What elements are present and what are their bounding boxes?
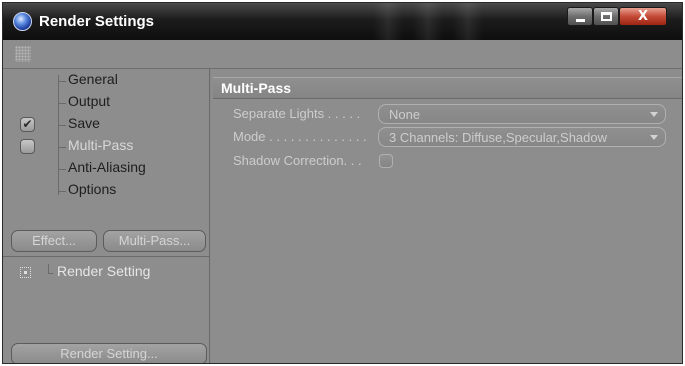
param-mode: Mode . . . . . . . . . . . . . . 3 Chann…	[211, 126, 682, 148]
separate-lights-dropdown[interactable]: None	[378, 104, 666, 124]
tree-item-general[interactable]: General	[3, 70, 210, 92]
tree-item-label: Save	[68, 115, 100, 131]
render-setting-item[interactable]: Render Setting	[3, 261, 210, 283]
dropdown-value: 3 Channels: Diffuse,Specular,Shadow	[389, 130, 608, 145]
tree-branch-line	[58, 81, 66, 82]
settings-tree: General Output ✔ Save Multi-Pass Anti-Al…	[3, 69, 210, 229]
tree-branch-line	[58, 169, 66, 170]
attributes-panel: Multi-Pass Separate Lights . . . . . Non…	[211, 69, 682, 363]
effect-button[interactable]: Effect...	[11, 230, 97, 252]
render-setting-label: Render Setting	[57, 263, 151, 279]
chevron-down-icon	[650, 112, 658, 117]
tree-item-label: Multi-Pass	[68, 137, 134, 153]
expand-icon[interactable]	[20, 267, 31, 278]
titlebar-glare	[413, 3, 443, 40]
tree-item-save[interactable]: ✔ Save	[3, 114, 210, 136]
render-settings-list: Render Setting	[3, 257, 210, 337]
tree-branch-line	[58, 191, 66, 192]
close-button[interactable]: X	[619, 7, 667, 26]
cinema4d-app-icon	[13, 12, 32, 31]
titlebar-glare	[453, 3, 483, 40]
mode-label: Mode . . . . . . . . . . . . . .	[233, 129, 367, 144]
minimize-button[interactable]	[567, 7, 593, 26]
tree-item-label: Output	[68, 93, 111, 109]
shadow-correction-checkbox[interactable]	[379, 154, 393, 168]
param-shadow-correction: Shadow Correction. . .	[211, 150, 682, 172]
render-setting-button[interactable]: Render Setting...	[11, 343, 207, 363]
tree-item-label: General	[68, 71, 118, 87]
titlebar-glare	[373, 3, 403, 40]
mode-dropdown[interactable]: 3 Channels: Diffuse,Specular,Shadow	[378, 127, 666, 147]
render-settings-window: Render Settings X General Output ✔ Save …	[2, 2, 683, 364]
grip-handle-icon[interactable]	[15, 46, 31, 62]
section-header: Multi-Pass	[213, 77, 682, 99]
shadow-correction-label: Shadow Correction. . .	[233, 153, 362, 168]
window-title: Render Settings	[39, 13, 155, 30]
tree-item-label: Anti-Aliasing	[68, 159, 146, 175]
maximize-button[interactable]	[593, 7, 619, 26]
multi-pass-button[interactable]: Multi-Pass...	[103, 230, 206, 252]
tree-item-output[interactable]: Output	[3, 92, 210, 114]
tree-item-options[interactable]: Options	[3, 180, 210, 202]
title-bar[interactable]: Render Settings X	[3, 3, 682, 40]
toolbar	[3, 40, 682, 69]
chevron-down-icon	[650, 135, 658, 140]
settings-sidebar: General Output ✔ Save Multi-Pass Anti-Al…	[3, 69, 210, 363]
save-enable-checkbox[interactable]: ✔	[20, 117, 35, 132]
tree-item-anti-aliasing[interactable]: Anti-Aliasing	[3, 158, 210, 180]
maximize-icon	[601, 12, 612, 21]
tree-item-label: Options	[68, 181, 117, 197]
dropdown-value: None	[389, 107, 421, 122]
tree-branch-line	[58, 125, 66, 126]
tree-branch-line	[48, 273, 53, 274]
minimize-icon	[576, 19, 585, 22]
tree-item-multi-pass[interactable]: Multi-Pass	[3, 136, 210, 158]
param-separate-lights: Separate Lights . . . . . None	[211, 103, 682, 125]
tree-branch-line	[58, 103, 66, 104]
separate-lights-label: Separate Lights . . . . .	[233, 106, 361, 121]
multi-pass-enable-checkbox[interactable]	[20, 139, 35, 154]
section-title: Multi-Pass	[221, 80, 292, 96]
tree-branch-line	[58, 147, 66, 148]
